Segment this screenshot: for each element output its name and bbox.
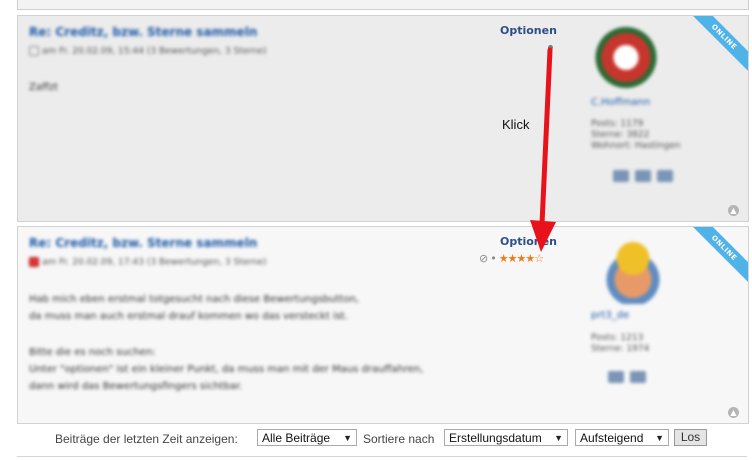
dropdown-arrow-icon: ▼ [655, 433, 664, 443]
dropdown-arrow-icon: ▼ [554, 433, 563, 443]
recent-posts-label: Beiträge der letzten Zeit anzeigen: [55, 432, 238, 446]
sort-order-select[interactable]: Aufsteigend ▼ [575, 429, 669, 446]
recent-posts-select[interactable]: Alle Beiträge ▼ [257, 429, 357, 446]
divider [17, 456, 747, 457]
dropdown-arrow-icon: ▼ [343, 433, 352, 443]
footer-sort-bar: Beiträge der letzten Zeit anzeigen: Alle… [0, 428, 752, 448]
go-button[interactable]: Los [674, 429, 707, 446]
sort-by-select[interactable]: Erstellungsdatum ▼ [444, 429, 568, 446]
sort-by-label: Sortiere nach [363, 432, 435, 446]
annotation-arrow [530, 47, 556, 252]
